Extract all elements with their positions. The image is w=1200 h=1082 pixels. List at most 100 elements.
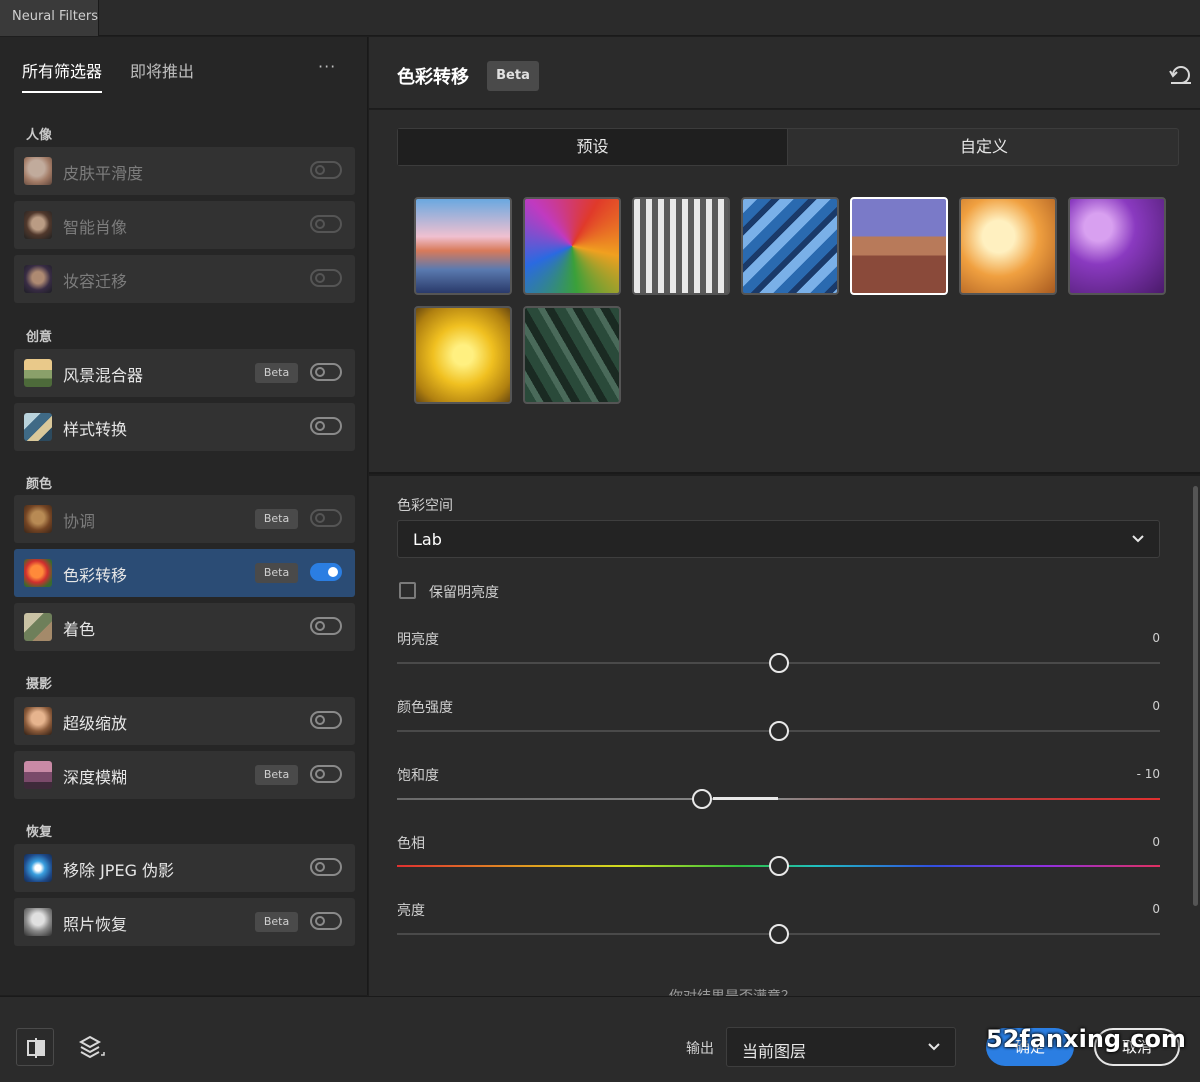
filter-list-panel: 所有筛选器 即将推出 ··· 人像 创意 颜色 摄影 恢复 皮肤平滑度 智能肖像…: [0, 37, 368, 995]
reset-icon[interactable]: [1169, 63, 1193, 85]
filter-item-label: 协调: [63, 512, 96, 531]
smart-portrait-thumbnail: [24, 211, 52, 239]
saturation-slider-handle[interactable]: [692, 789, 713, 809]
preset-thumbnail-green-leaves[interactable]: [523, 306, 621, 404]
preserve-luminance-checkbox[interactable]: [399, 582, 416, 599]
landscape-mixer-thumbnail: [24, 359, 52, 387]
filter-item-remove-jpeg-artifacts[interactable]: 移除 JPEG 伪影: [14, 844, 355, 892]
filter-toggle[interactable]: [310, 765, 342, 783]
brightness-label: 亮度: [397, 903, 425, 919]
preset-thumbnail-arches[interactable]: [632, 197, 730, 295]
filter-toggle[interactable]: [310, 363, 342, 381]
filter-item-label: 超级缩放: [63, 714, 128, 733]
chevron-down-icon: [1132, 535, 1144, 543]
filter-item-photo-restoration[interactable]: 照片恢复 Beta: [14, 898, 355, 946]
filter-toggle[interactable]: [310, 417, 342, 435]
preset-thumbnail-desert-road[interactable]: [850, 197, 948, 295]
filter-item-style-transfer[interactable]: 样式转换: [14, 403, 355, 451]
toggle-knob: [315, 715, 325, 725]
filter-item-label: 着色: [63, 620, 96, 639]
super-zoom-thumbnail: [24, 707, 52, 735]
beta-badge: Beta: [255, 912, 298, 932]
filter-item-harmonization[interactable]: 协调 Beta: [14, 495, 355, 543]
color-intensity-label: 颜色强度: [397, 700, 453, 716]
preset-thumbnail-blue-feathers[interactable]: [741, 197, 839, 295]
layers-button[interactable]: [74, 1028, 112, 1066]
filter-item-label: 样式转换: [63, 420, 128, 439]
filter-item-makeup-transfer[interactable]: 妆容迁移: [14, 255, 355, 303]
toggle-knob: [315, 513, 325, 523]
window-tab-bar: Neural Filters: [0, 0, 1200, 36]
filter-item-label: 深度模糊: [63, 768, 128, 787]
photo-restoration-thumbnail: [24, 908, 52, 936]
color-intensity-slider-handle[interactable]: [768, 721, 789, 741]
compare-view-button[interactable]: [16, 1028, 54, 1066]
saturation-track[interactable]: [397, 798, 1160, 800]
filter-toggle[interactable]: [310, 563, 342, 581]
window-tab[interactable]: Neural Filters: [0, 0, 99, 36]
beta-badge: Beta: [255, 509, 298, 529]
beta-badge: Beta: [255, 765, 298, 785]
jpeg-artifacts-thumbnail: [24, 854, 52, 882]
watermark-text: 52fanxing.com: [986, 1025, 1186, 1053]
filter-item-color-transfer[interactable]: 色彩转移 Beta: [14, 549, 355, 597]
luminance-label: 明亮度: [397, 632, 439, 648]
brightness-slider-handle[interactable]: [768, 924, 789, 944]
filter-item-super-zoom[interactable]: 超级缩放: [14, 697, 355, 745]
filter-toggle[interactable]: [310, 161, 342, 179]
output-value: 当前图层: [742, 1042, 807, 1061]
color-transfer-thumbnail: [24, 559, 52, 587]
filter-toggle[interactable]: [310, 711, 342, 729]
luminance-slider-handle[interactable]: [768, 653, 789, 673]
filter-toggle[interactable]: [310, 617, 342, 635]
filter-toggle[interactable]: [310, 269, 342, 287]
feedback-prompt[interactable]: 你对结果是否满意？: [669, 986, 795, 996]
more-options-button[interactable]: ···: [318, 57, 336, 76]
makeup-transfer-thumbnail: [24, 265, 52, 293]
toggle-knob: [315, 862, 325, 872]
filter-toggle[interactable]: [310, 858, 342, 876]
settings-panel: 色彩空间 Lab 保留明亮度 明亮度 0 颜色强度 0 饱和度 - 10 色相 …: [369, 476, 1191, 996]
filter-item-label: 妆容迁移: [63, 272, 128, 291]
preset-thumbnail-skateboarder[interactable]: [959, 197, 1057, 295]
hue-slider-handle[interactable]: [768, 856, 789, 876]
hue-label: 色相: [397, 836, 425, 852]
chevron-down-icon: [928, 1043, 940, 1051]
category-photography: 摄影: [26, 677, 53, 692]
output-select[interactable]: 当前图层: [726, 1027, 956, 1067]
tab-all-filters[interactable]: 所有筛选器: [22, 59, 103, 93]
depth-blur-thumbnail: [24, 761, 52, 789]
beta-badge: Beta: [487, 61, 539, 91]
filter-toggle[interactable]: [310, 215, 342, 233]
filter-item-skin-smoothing[interactable]: 皮肤平滑度: [14, 147, 355, 195]
footer-bar: 输出 当前图层 确定 取消 52fanxing.com: [0, 996, 1200, 1082]
filter-toggle[interactable]: [310, 509, 342, 527]
preset-thumbnail-yellow-flower[interactable]: [414, 306, 512, 404]
skin-smoothing-thumbnail: [24, 157, 52, 185]
category-creative: 创意: [26, 330, 53, 345]
saturation-fill: [713, 797, 778, 800]
filter-toggle[interactable]: [310, 912, 342, 930]
toggle-knob: [315, 621, 325, 631]
tab-custom[interactable]: 自定义: [789, 129, 1179, 165]
filter-item-smart-portrait[interactable]: 智能肖像: [14, 201, 355, 249]
preset-thumbnail-purple-flowers[interactable]: [1068, 197, 1166, 295]
toggle-knob: [315, 165, 325, 175]
filter-item-landscape-mixer[interactable]: 风景混合器 Beta: [14, 349, 355, 397]
scrollbar-thumb[interactable]: [1193, 486, 1198, 906]
filter-item-depth-blur[interactable]: 深度模糊 Beta: [14, 751, 355, 799]
settings-scrollbar[interactable]: [1191, 476, 1200, 996]
filter-item-label: 皮肤平滑度: [63, 164, 144, 183]
toggle-knob: [315, 367, 325, 377]
preset-thumbnail-colorful-paint[interactable]: [523, 197, 621, 295]
output-label: 输出: [686, 1041, 714, 1057]
tab-presets[interactable]: 预设: [398, 129, 788, 165]
category-restoration: 恢复: [26, 825, 53, 840]
filter-item-colorize[interactable]: 着色: [14, 603, 355, 651]
tab-coming-soon[interactable]: 即将推出: [130, 59, 194, 93]
color-intensity-value: 0: [1152, 699, 1160, 713]
preset-area: 预设 自定义: [369, 110, 1200, 474]
color-space-select[interactable]: Lab: [397, 520, 1160, 558]
preset-thumbnail-sunset-lake[interactable]: [414, 197, 512, 295]
category-portrait: 人像: [26, 128, 53, 143]
